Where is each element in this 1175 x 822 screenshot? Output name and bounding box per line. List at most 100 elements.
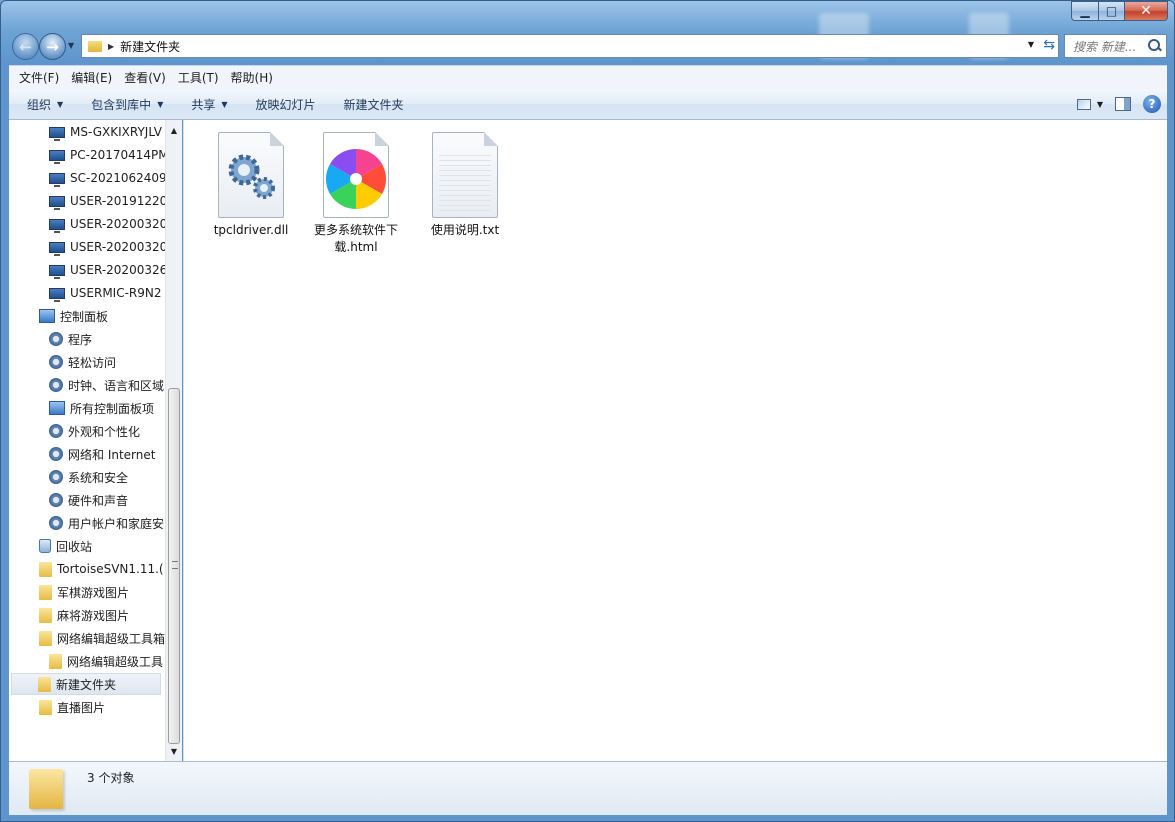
nav-item[interactable]: 麻将游戏图片 (39, 604, 129, 626)
nav-item-label: 硬件和声音 (68, 493, 129, 508)
menu-edit[interactable]: 编辑(E) (65, 69, 118, 86)
folder-icon (39, 561, 52, 577)
file-item-dll[interactable]: tpcldriver.dll (201, 132, 301, 239)
appearance-icon (49, 424, 63, 438)
users-icon (49, 516, 63, 530)
address-dropdown-icon[interactable]: ▼ (1028, 40, 1034, 49)
view-dropdown-icon[interactable]: ▼ (1097, 100, 1103, 109)
nav-item[interactable]: 所有控制面板项 (49, 397, 154, 419)
back-button[interactable]: ← (12, 33, 39, 60)
menu-bar: 文件(F) 编辑(E) 查看(V) 工具(T) 帮助(H) (9, 65, 1167, 89)
computer-icon (49, 172, 65, 187)
nav-item[interactable]: 时钟、语言和区域 (49, 374, 164, 396)
nav-item-label: PC-20170414PM (70, 148, 165, 162)
nav-item[interactable]: USERMIC-R9N2 (49, 282, 162, 304)
nav-item[interactable]: 回收站 (39, 535, 92, 557)
nav-item[interactable]: 控制面板 (39, 305, 108, 327)
scroll-up-icon[interactable]: ▲ (166, 122, 182, 138)
nav-item[interactable]: USER-20191220I (49, 190, 165, 212)
nav-item-label: 控制面板 (60, 309, 109, 324)
close-button[interactable]: ✕ (1124, 1, 1168, 21)
nav-item-label: 军棋游戏图片 (57, 585, 130, 600)
search-box[interactable]: 搜索 新建... (1064, 34, 1167, 58)
maximize-button[interactable]: □ (1098, 1, 1124, 21)
minimize-button[interactable]: ▁ (1071, 1, 1098, 21)
new-folder-button[interactable]: 新建文件夹 (330, 96, 418, 113)
share-button[interactable]: 共享 ▼ (177, 96, 241, 113)
nav-item-label: USER-20200320( (70, 240, 165, 254)
file-name-line2: 载.html (334, 240, 378, 254)
ease-of-access-icon (49, 355, 63, 369)
refresh-icon[interactable]: ⇆ (1043, 37, 1055, 53)
slideshow-button[interactable]: 放映幻灯片 (242, 96, 330, 113)
computer-icon (49, 195, 65, 210)
address-bar[interactable]: ▶ 新建文件夹 ▼ ⇆ (81, 34, 1059, 58)
nav-item[interactable]: USER-20200320( (49, 236, 165, 258)
computer-icon (49, 264, 65, 279)
nav-item-label: 外观和个性化 (68, 424, 141, 439)
breadcrumb-current[interactable]: 新建文件夹 (120, 38, 180, 55)
folder-icon (29, 769, 63, 809)
include-in-library-button[interactable]: 包含到库中 ▼ (77, 96, 177, 113)
nav-scrollbar[interactable]: ▲ ▼ (165, 120, 182, 761)
search-icon[interactable] (1148, 39, 1162, 53)
nav-item[interactable]: 网络编辑超级工具 (49, 650, 163, 672)
nav-item[interactable]: 网络和 Internet (49, 443, 155, 465)
nav-item-label: 网络编辑超级工具箱 (57, 631, 165, 646)
nav-item[interactable]: TortoiseSVN1.11.( (39, 558, 164, 580)
scrollbar-thumb[interactable] (168, 388, 180, 744)
nav-item-label: 所有控制面板项 (70, 401, 155, 416)
nav-item[interactable]: 系统和安全 (49, 466, 128, 488)
nav-item[interactable]: 外观和个性化 (49, 420, 140, 442)
explorer-window: ▁ □ ✕ ← → ▼ ▶ 新建文件夹 ▼ ⇆ 搜索 新建... 文件(F) 编… (0, 0, 1175, 822)
menu-tools[interactable]: 工具(T) (172, 69, 225, 86)
search-input[interactable]: 搜索 新建... (1065, 38, 1148, 55)
folder-icon (39, 584, 52, 600)
recent-pages-dropdown[interactable]: ▼ (68, 41, 74, 50)
nav-item[interactable]: 新建文件夹 (11, 673, 161, 695)
file-item-html[interactable]: 更多系统软件下 载.html (306, 132, 406, 256)
command-bar: 组织 ▼ 包含到库中 ▼ 共享 ▼ 放映幻灯片 新建文件夹 ▼ ? (9, 89, 1167, 120)
nav-item[interactable]: 直播图片 (39, 696, 105, 718)
organize-label: 组织 (27, 97, 52, 112)
nav-item[interactable]: 硬件和声音 (49, 489, 128, 511)
chevron-down-icon: ▼ (57, 99, 64, 109)
computer-icon (49, 149, 65, 164)
chevron-down-icon: ▼ (221, 99, 228, 109)
menu-view[interactable]: 查看(V) (118, 69, 172, 86)
breadcrumb-chevron-icon[interactable]: ▶ (108, 42, 114, 51)
nav-item[interactable]: 轻松访问 (49, 351, 116, 373)
nav-item-label: 网络编辑超级工具 (67, 654, 164, 669)
change-view-icon[interactable] (1076, 98, 1091, 110)
nav-item[interactable]: USER-20200326\ (49, 259, 165, 281)
network-icon (49, 447, 63, 461)
text-file-icon (432, 132, 498, 218)
organize-button[interactable]: 组织 ▼ (9, 96, 77, 113)
control-panel-icon (39, 309, 55, 323)
menu-file[interactable]: 文件(F) (13, 69, 65, 86)
folder-icon (38, 676, 51, 692)
nav-item[interactable]: 网络编辑超级工具箱 (39, 627, 165, 649)
nav-item-label: 轻松访问 (68, 355, 117, 370)
nav-item-label: SC-20210624091 (70, 171, 165, 185)
nav-item-label: 程序 (68, 332, 93, 347)
nav-item[interactable]: 用户帐户和家庭安 (49, 512, 164, 534)
scroll-down-icon[interactable]: ▼ (166, 743, 182, 759)
nav-item[interactable]: 军棋游戏图片 (39, 581, 129, 603)
arrow-left-icon: ← (19, 37, 32, 56)
status-bar: 3 个对象 (9, 761, 1167, 815)
nav-item[interactable]: PC-20170414PM (49, 144, 165, 166)
nav-item[interactable]: USER-20200320. (49, 213, 165, 235)
forward-button[interactable]: → (39, 33, 66, 60)
nav-item[interactable]: MS-GXKIXRYJLV (49, 121, 162, 143)
file-item-txt[interactable]: 使用说明.txt (415, 132, 515, 239)
nav-item[interactable]: SC-20210624091 (49, 167, 165, 189)
folder-icon (39, 699, 52, 715)
nav-item[interactable]: 程序 (49, 328, 92, 350)
file-name: 更多系统软件下 载.html (314, 222, 398, 256)
nav-item-label: 时钟、语言和区域 (68, 378, 165, 393)
help-icon[interactable]: ? (1143, 95, 1161, 113)
preview-pane-icon[interactable] (1115, 97, 1131, 111)
toolbar-right: ▼ ? (1076, 95, 1161, 113)
menu-help[interactable]: 帮助(H) (225, 69, 279, 86)
